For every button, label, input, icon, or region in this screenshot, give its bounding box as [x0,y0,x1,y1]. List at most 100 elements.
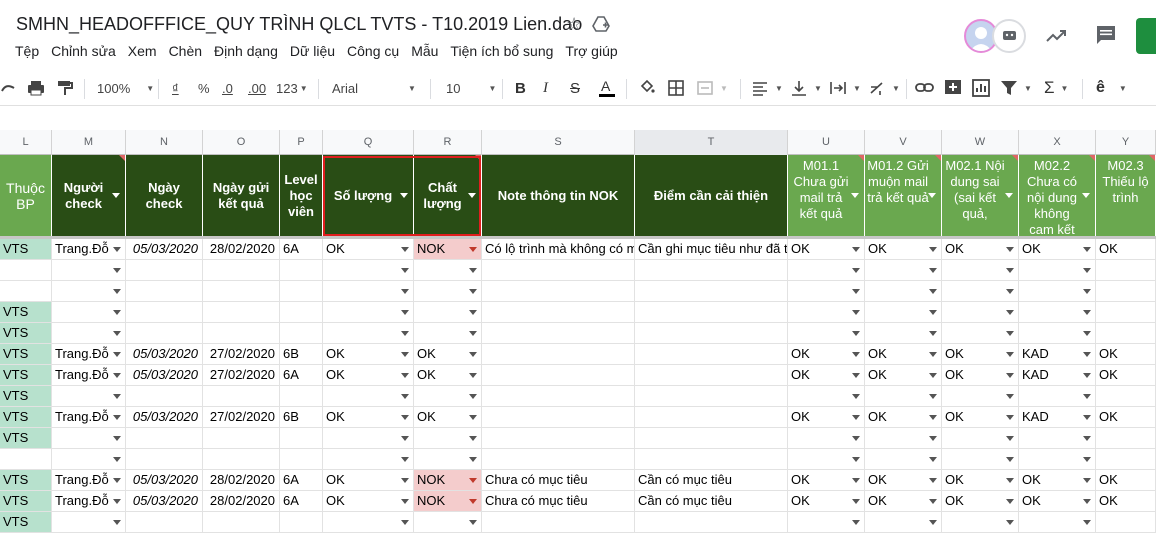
cell-r[interactable] [414,281,482,301]
column-header-w[interactable]: W [942,130,1019,155]
more-formats-select[interactable]: 123 ▼ [276,70,308,106]
dropdown-arrow-icon[interactable] [852,499,860,504]
cell-m[interactable]: Trang.Đỗ [52,470,126,490]
cell-r[interactable] [414,260,482,280]
cell-p[interactable] [280,281,323,301]
menu-data[interactable]: Dữ liệu [290,43,335,59]
cell-t[interactable] [635,365,788,385]
cell-q[interactable]: OK [323,407,414,427]
cell-l[interactable]: VTS [0,302,52,322]
filter-dropdown-icon[interactable] [112,193,120,198]
cell-v[interactable] [865,281,942,301]
menu-addons[interactable]: Tiện ích bổ sung [450,43,553,59]
dropdown-arrow-icon[interactable] [469,457,477,462]
column-header-p[interactable]: P [280,130,323,155]
cell-t[interactable] [635,407,788,427]
column-header-x[interactable]: X [1019,130,1096,155]
cell-q[interactable]: OK [323,365,414,385]
star-icon[interactable]: ☆ [566,14,582,35]
dropdown-arrow-icon[interactable] [469,415,477,420]
dropdown-arrow-icon[interactable] [1083,289,1091,294]
font-size-select[interactable]: 10 ▼ [446,70,496,106]
dropdown-arrow-icon[interactable] [113,457,121,462]
cell-q[interactable] [323,260,414,280]
dropdown-arrow-icon[interactable] [852,415,860,420]
cell-v[interactable] [865,449,942,469]
header-cell-ngay-gui-ket-qua[interactable]: Ngày gửi kết quả [203,155,280,236]
cell-r[interactable] [414,323,482,343]
cell-y[interactable]: OK [1096,239,1156,259]
cell-w[interactable] [942,323,1019,343]
cell-y[interactable] [1096,260,1156,280]
cell-p[interactable]: 6A [280,491,323,511]
currency-format-button[interactable]: ₫ [172,70,179,106]
cell-l[interactable]: VTS [0,365,52,385]
dropdown-arrow-icon[interactable] [1006,415,1014,420]
bold-icon[interactable]: B [515,70,526,106]
cell-p[interactable] [280,428,323,448]
cell-n[interactable]: 05/03/2020 [126,344,203,364]
dropdown-arrow-icon[interactable] [929,457,937,462]
header-cell-nguoi-check[interactable]: Người check [52,155,126,236]
dropdown-arrow-icon[interactable] [1006,268,1014,273]
cell-n[interactable] [126,449,203,469]
dropdown-arrow-icon[interactable] [1006,247,1014,252]
dropdown-arrow-icon[interactable] [113,499,121,504]
dropdown-arrow-icon[interactable] [929,436,937,441]
cell-x[interactable]: OK [1019,239,1096,259]
dropdown-arrow-icon[interactable] [401,247,409,252]
dropdown-arrow-icon[interactable] [929,289,937,294]
cell-w[interactable]: OK [942,365,1019,385]
dropdown-arrow-icon[interactable] [1083,394,1091,399]
dropdown-arrow-icon[interactable] [469,373,477,378]
dropdown-arrow-icon[interactable] [1006,478,1014,483]
cell-l[interactable]: VTS [0,323,52,343]
dropdown-arrow-icon[interactable] [469,478,477,483]
menu-view[interactable]: Xem [128,43,157,59]
cell-s[interactable] [482,449,635,469]
dropdown-arrow-icon[interactable] [929,352,937,357]
cell-m[interactable] [52,281,126,301]
cell-q[interactable] [323,428,414,448]
cell-o[interactable]: 27/02/2020 [203,365,280,385]
vertical-align-icon[interactable]: ▼ [790,70,822,106]
insert-comment-icon[interactable] [944,70,962,106]
cell-s[interactable] [482,281,635,301]
cell-w[interactable] [942,281,1019,301]
column-header-r[interactable]: R [414,130,482,155]
dropdown-arrow-icon[interactable] [1006,457,1014,462]
header-cell-note-thong-tin-nok[interactable]: Note thông tin NOK [482,155,635,236]
cell-l[interactable] [0,260,52,280]
italic-icon[interactable]: I [543,70,548,106]
dropdown-arrow-icon[interactable] [401,478,409,483]
cell-w[interactable] [942,512,1019,532]
dropdown-arrow-icon[interactable] [113,289,121,294]
functions-icon[interactable]: Σ ▼ [1044,70,1068,106]
cell-t[interactable] [635,386,788,406]
cell-y[interactable]: OK [1096,491,1156,511]
cell-w[interactable] [942,449,1019,469]
cell-n[interactable]: 05/03/2020 [126,365,203,385]
cell-q[interactable] [323,281,414,301]
cell-m[interactable]: Trang.Đỗ [52,407,126,427]
cell-w[interactable] [942,386,1019,406]
cell-n[interactable]: 05/03/2020 [126,470,203,490]
cell-p[interactable] [280,449,323,469]
header-cell-m02-2[interactable]: M02.2 Chưa có nội dung không cam kết [1019,155,1096,236]
cell-s[interactable]: Chưa có mục tiêu [482,491,635,511]
cell-t[interactable] [635,260,788,280]
dropdown-arrow-icon[interactable] [1083,478,1091,483]
cell-u[interactable] [788,281,865,301]
cell-v[interactable]: OK [865,239,942,259]
header-cell-m01-2[interactable]: M01.2 Gửi muộn mail trả kết quả [865,155,942,236]
cell-o[interactable]: 28/02/2020 [203,491,280,511]
cell-x[interactable] [1019,281,1096,301]
dropdown-arrow-icon[interactable] [1006,520,1014,525]
cell-t[interactable] [635,344,788,364]
cell-n[interactable] [126,323,203,343]
dropdown-arrow-icon[interactable] [852,289,860,294]
cell-v[interactable]: OK [865,344,942,364]
cell-x[interactable] [1019,449,1096,469]
fill-color-icon[interactable] [638,70,656,106]
cell-u[interactable]: OK [788,407,865,427]
